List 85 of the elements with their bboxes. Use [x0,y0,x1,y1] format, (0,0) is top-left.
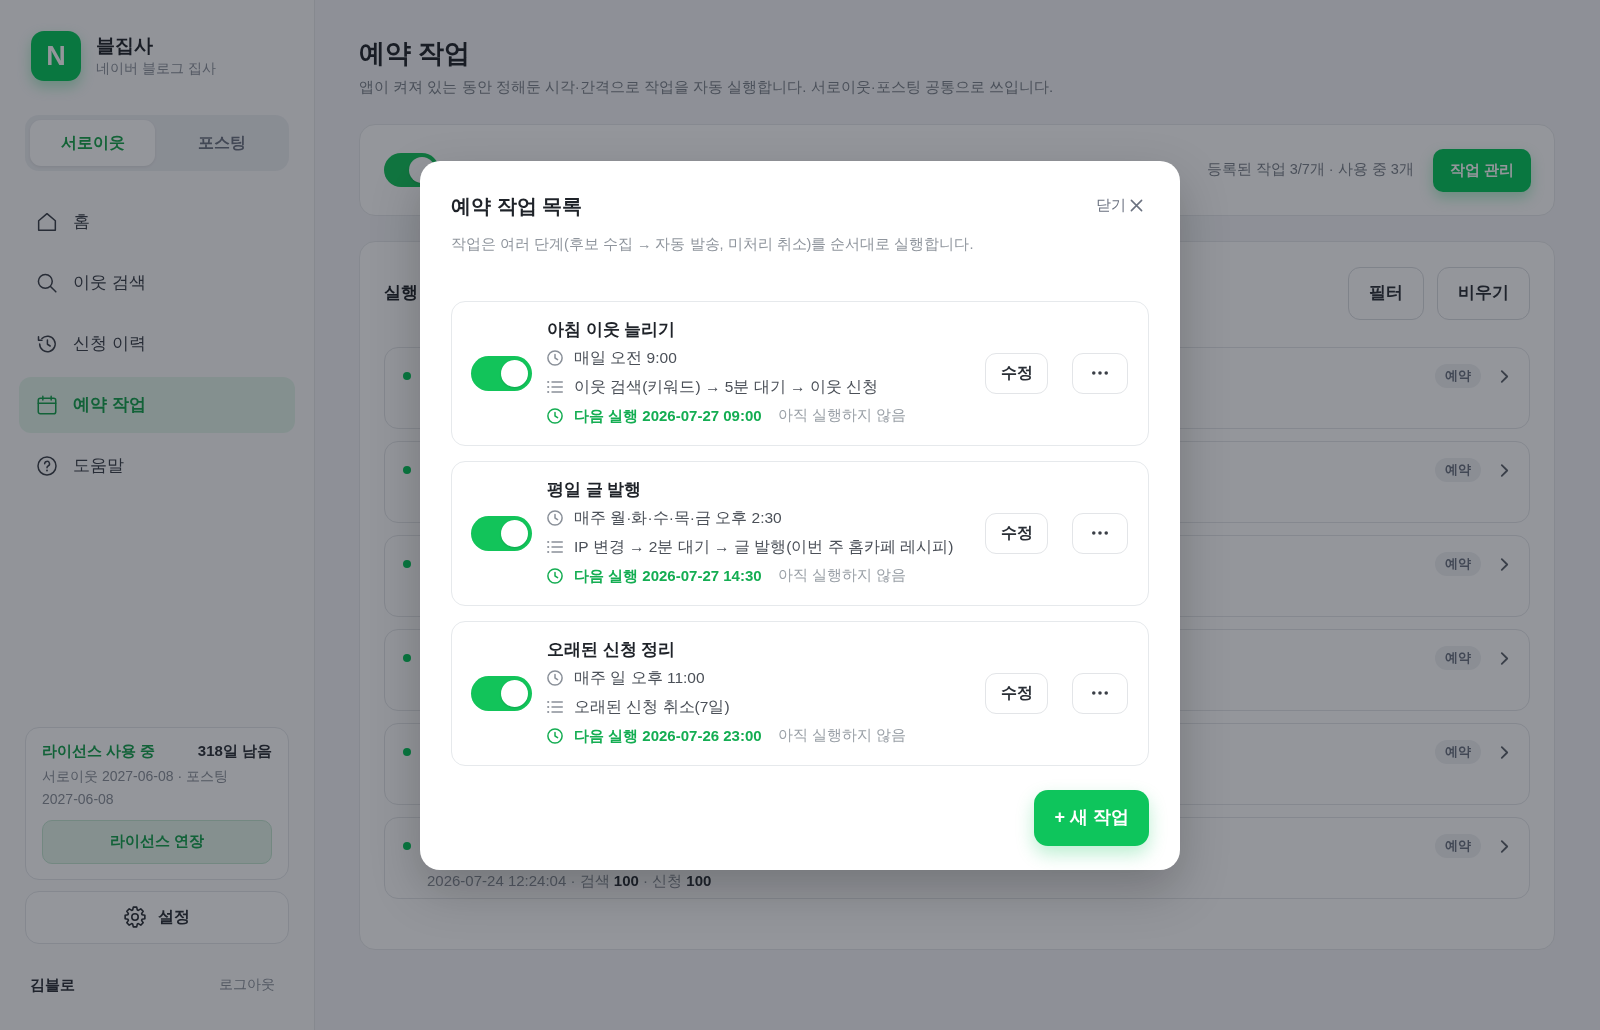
task-steps: 오래된 신청 취소(7일) [574,695,730,719]
toggle-switch[interactable] [471,355,532,391]
help-icon [37,456,57,476]
type-tag: 예약 [1435,458,1481,482]
calendar-icon [37,395,57,415]
sidebar-item[interactable]: 이웃 검색 [19,255,295,311]
page-description: 앱이 켜져 있는 동안 정해둔 시각·간격으로 작업을 자동 실행합니다. 서로이웃·포스팅 공통으로 쓰입니다. [359,77,1055,97]
user-name: 김블로 [30,974,75,995]
more-button[interactable] [1072,352,1128,394]
clock-icon [547,510,563,526]
mode-tab[interactable]: 서로이웃 [30,120,155,166]
clock-icon [547,728,563,744]
settings-button[interactable]: 설정 [25,890,289,944]
task-name: 평일 글 발행 [547,478,643,501]
chevron-right-icon [1500,650,1509,666]
list-icon [547,700,563,714]
edit-button[interactable]: 수정 [985,352,1048,394]
more-button[interactable] [1072,672,1128,714]
close-button[interactable]: 닫기 [1096,194,1143,217]
task-schedule: 매주 월·화·수·목·금 오후 2:30 [574,508,782,529]
list-icon [547,380,563,394]
home-icon [37,212,57,232]
last-run: 아직 실행하지 않음 [777,406,906,426]
more-icon [1092,691,1108,695]
type-tag: 예약 [1435,834,1481,858]
clock-icon [547,350,563,366]
section-title: 실행 [384,282,418,305]
task-schedule: 매일 오전 9:00 [574,348,677,369]
status-dot-icon [403,466,411,474]
task-steps: IP 변경 → 2분 대기 → 글 발행(이번 주 홈카페 레시피) [574,535,954,559]
mode-tab[interactable]: 포스팅 [159,120,284,166]
last-run: 아직 실행하지 않음 [777,726,906,746]
status-dot-icon [403,842,411,850]
chevron-right-icon [1500,462,1509,478]
clear-button[interactable]: 비우기 [1437,266,1530,320]
type-tag: 예약 [1435,552,1481,576]
close-icon [1130,199,1143,212]
license-dates: 서로이웃 2027-06-08 · 포스팅 2027-06-08 [42,766,229,809]
toggle-switch[interactable] [471,515,532,551]
license-status: 라이선스 사용 중 [42,741,156,761]
edit-button[interactable]: 수정 [985,672,1048,714]
clock-icon [547,568,563,584]
days-remaining: 318일 남음 [197,741,272,761]
logout-link[interactable]: 로그아웃 [219,974,275,996]
sidebar-item[interactable]: 신청 이력 [19,316,295,372]
search-icon [37,273,57,293]
status-dot-icon [403,560,411,568]
clock-icon [547,670,563,686]
status-dot-icon [403,654,411,662]
clock-icon [547,408,563,424]
last-run: 아직 실행하지 않음 [777,566,906,586]
filter-button[interactable]: 필터 [1348,266,1424,320]
task-summary: 등록된 작업 3/7개 · 사용 중 3개 [1206,160,1414,180]
type-tag: 예약 [1435,364,1481,388]
chevron-right-icon [1500,368,1509,384]
next-run: 다음 실행 2026-07-26 23:00 [574,725,762,746]
app-name: 블집사 [96,34,154,58]
next-run: 다음 실행 2026-07-27 09:00 [574,405,762,426]
toggle-switch[interactable] [471,675,532,711]
app-subtitle: 네이버 블로그 집사 [96,59,216,78]
sidebar-item[interactable]: 도움말 [19,438,295,494]
dialog-title: 예약 작업 목록 [451,193,583,218]
status-dot-icon [403,748,411,756]
dialog-description: 작업은 여러 단계(후보 수집 → 자동 발송, 미처리 취소)를 순서대로 실행합니다. [451,234,975,254]
more-icon [1092,371,1108,375]
type-tag: 예약 [1435,740,1481,764]
edit-button[interactable]: 수정 [985,512,1048,554]
task-name: 오래된 신청 정리 [547,638,677,661]
page-title: 예약 작업 [359,37,472,70]
gear-icon [124,906,146,928]
app-logo: N [31,31,81,81]
next-run: 다음 실행 2026-07-27 14:30 [574,565,762,586]
status-dot-icon [403,372,411,380]
chevron-right-icon [1500,744,1509,760]
task-name: 아침 이웃 늘리기 [547,318,677,341]
history-icon [37,334,57,354]
type-tag: 예약 [1435,646,1481,670]
chevron-right-icon [1500,838,1509,854]
list-icon [547,540,563,554]
sidebar-item[interactable]: 홈 [19,194,295,250]
chevron-right-icon [1500,556,1509,572]
task-schedule: 매주 일 오후 11:00 [574,668,705,689]
more-icon [1092,531,1108,535]
more-button[interactable] [1072,512,1128,554]
task-steps: 이웃 검색(키워드) → 5분 대기 → 이웃 신청 [574,375,879,399]
